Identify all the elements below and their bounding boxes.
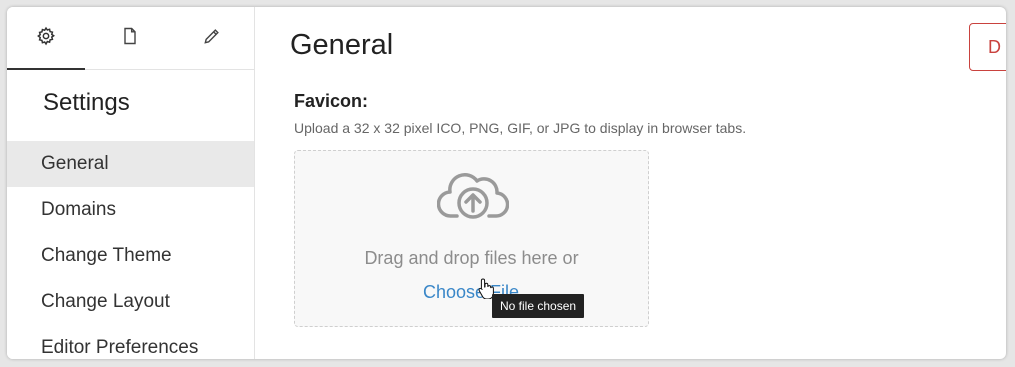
delete-button-label: D <box>988 36 1001 57</box>
gear-icon <box>36 26 56 51</box>
cloud-upload-icon <box>436 169 510 225</box>
favicon-label: Favicon: <box>294 91 369 111</box>
dropzone-text: Drag and drop files here or <box>364 248 579 268</box>
main-content: General D Favicon: Upload a 32 x 32 pixe… <box>255 7 1006 359</box>
sidebar-tabbar <box>7 7 254 70</box>
document-icon <box>120 26 140 51</box>
no-file-tooltip: No file chosen <box>492 294 585 318</box>
app-window: Settings General Domains Change Theme Ch… <box>7 7 1006 359</box>
sidebar-nav: General Domains Change Theme Change Layo… <box>7 141 254 359</box>
favicon-help-text: Upload a 32 x 32 pixel ICO, PNG, GIF, or… <box>294 120 747 136</box>
pencil-icon <box>202 26 222 51</box>
favicon-dropzone[interactable]: Drag and drop files here or Choose File … <box>294 150 649 327</box>
sidebar-item-change-layout[interactable]: Change Layout <box>7 279 254 325</box>
sidebar-item-editor-preferences[interactable]: Editor Preferences <box>7 325 254 359</box>
tab-edit[interactable] <box>173 7 251 69</box>
sidebar-item-domains[interactable]: Domains <box>7 187 254 233</box>
page-title: General <box>290 29 394 61</box>
sidebar: Settings General Domains Change Theme Ch… <box>7 7 255 359</box>
delete-button[interactable]: D <box>969 23 1006 71</box>
sidebar-item-change-theme[interactable]: Change Theme <box>7 233 254 279</box>
tab-settings[interactable] <box>7 7 85 70</box>
tab-pages[interactable] <box>91 7 169 69</box>
sidebar-item-general[interactable]: General <box>7 141 254 187</box>
sidebar-title: Settings <box>43 89 130 116</box>
